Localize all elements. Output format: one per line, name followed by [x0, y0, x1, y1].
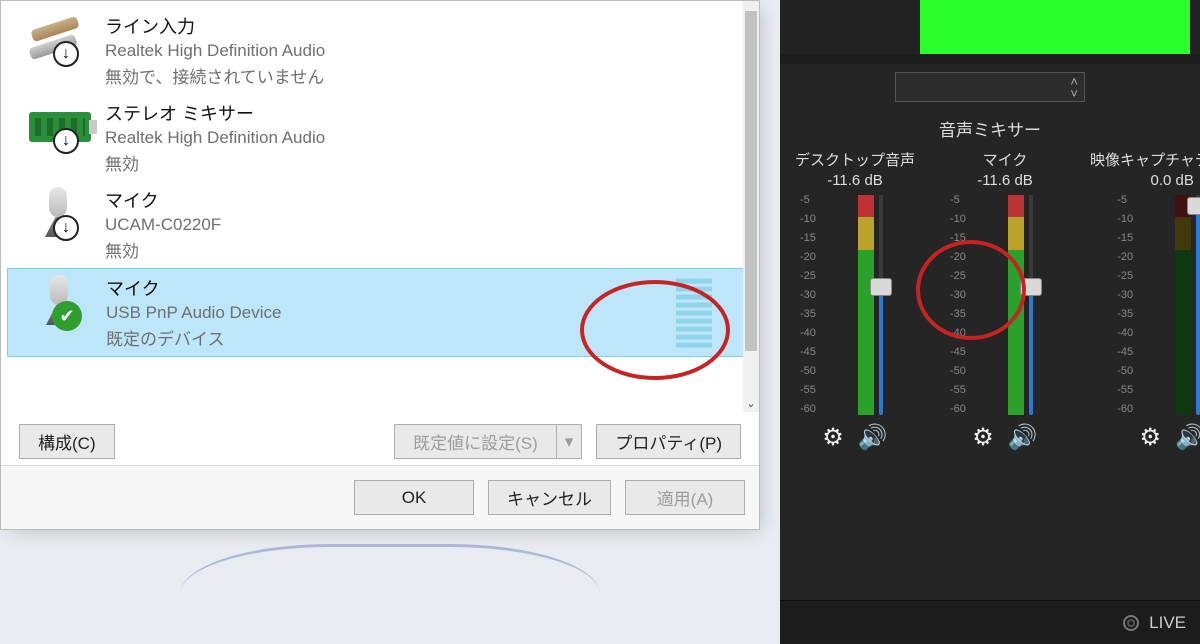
device-title: マイク [105, 187, 731, 213]
device-icon: ↓ [15, 13, 99, 65]
apply-button[interactable]: 適用(A) [625, 480, 745, 515]
device-subtitle: Realtek High Definition Audio [105, 41, 731, 61]
device-subtitle: USB PnP Audio Device [106, 303, 730, 323]
device-icon: ✔ [16, 275, 100, 327]
device-status: 無効で、接続されていません [105, 63, 731, 88]
audio-mixer-title: 音声ミキサー [780, 110, 1200, 145]
disabled-badge-icon: ↓ [53, 215, 79, 241]
speaker-icon[interactable]: 🔊 [858, 423, 888, 452]
configure-button[interactable]: 構成(C) [19, 424, 115, 459]
gear-icon[interactable]: ⚙ [1140, 423, 1162, 452]
device-row[interactable]: ✔ マイク USB PnP Audio Device 既定のデバイス [7, 268, 753, 357]
scrollbar[interactable]: ⌄ [743, 1, 759, 412]
live-label: LIVE [1149, 613, 1186, 633]
volume-fader[interactable] [866, 195, 896, 415]
scroll-down-icon[interactable]: ⌄ [743, 394, 759, 412]
channel-name: 映像キャプチャデバイス [1090, 149, 1200, 170]
channel-db: -11.6 dB [827, 172, 883, 189]
volume-fader[interactable] [1183, 195, 1200, 415]
obs-panel: ˄˅ 音声ミキサー デスクトップ音声 -11.6 dB 510152025303… [780, 0, 1200, 644]
device-row[interactable]: ↓ ステレオ ミキサー Realtek High Definition Audi… [7, 94, 753, 181]
device-subtitle: Realtek High Definition Audio [105, 128, 731, 148]
input-level-meter [676, 278, 712, 347]
db-scale: 51015202530354045505560 [800, 195, 816, 415]
recording-device-list: ↓ ライン入力 Realtek High Definition Audio 無効… [1, 1, 759, 412]
device-status: 無効 [105, 150, 731, 175]
preview-area [780, 0, 1200, 54]
default-badge-icon: ✔ [52, 301, 82, 331]
device-icon: ↓ [15, 187, 99, 239]
device-status: 無効 [105, 237, 731, 262]
channel-db: 0.0 dB [1151, 172, 1194, 189]
disabled-badge-icon: ↓ [53, 41, 79, 67]
disabled-badge-icon: ↓ [53, 128, 79, 154]
properties-button[interactable]: プロパティ(P) [596, 424, 741, 459]
chevron-down-icon: ˅ [1070, 88, 1078, 100]
set-default-button[interactable]: 既定値に設定(S) [394, 424, 557, 459]
device-title: マイク [106, 275, 730, 301]
speaker-icon[interactable]: 🔊 [1175, 423, 1200, 452]
device-title: ステレオ ミキサー [105, 100, 731, 126]
live-indicator-icon [1123, 615, 1139, 631]
channel-db: -11.6 dB [977, 172, 1033, 189]
volume-fader[interactable] [1016, 195, 1046, 415]
scene-transition-dropdown[interactable]: ˄˅ [895, 72, 1085, 102]
sound-settings-dialog: ↓ ライン入力 Realtek High Definition Audio 無効… [0, 0, 760, 530]
gear-icon[interactable]: ⚙ [822, 423, 844, 452]
mixer-channel: 映像キャプチャデバイス 0.0 dB 510152025303540455055… [1090, 149, 1200, 463]
mixer-channel: デスクトップ音声 -11.6 dB 5101520253035404550556… [790, 149, 920, 463]
speaker-icon[interactable]: 🔊 [1008, 423, 1038, 452]
db-scale: 51015202530354045505560 [950, 195, 966, 415]
device-icon: ↓ [15, 100, 99, 152]
device-row[interactable]: ↓ ライン入力 Realtek High Definition Audio 無効… [7, 7, 753, 94]
ok-button[interactable]: OK [354, 480, 474, 515]
mixer-channel: マイク -11.6 dB 51015202530354045505560 ⚙ 🔊 [940, 149, 1070, 463]
gear-icon[interactable]: ⚙ [972, 423, 994, 452]
cancel-button[interactable]: キャンセル [488, 480, 611, 515]
db-scale: 51015202530354045505560 [1117, 195, 1133, 415]
device-row[interactable]: ↓ マイク UCAM-C0220F 無効 [7, 181, 753, 268]
device-title: ライン入力 [105, 13, 731, 39]
set-default-dropdown[interactable]: ▾ [557, 424, 583, 459]
channel-name: マイク [983, 149, 1028, 170]
device-status: 既定のデバイス [106, 325, 730, 350]
channel-name: デスクトップ音声 [795, 149, 915, 170]
device-subtitle: UCAM-C0220F [105, 215, 731, 235]
